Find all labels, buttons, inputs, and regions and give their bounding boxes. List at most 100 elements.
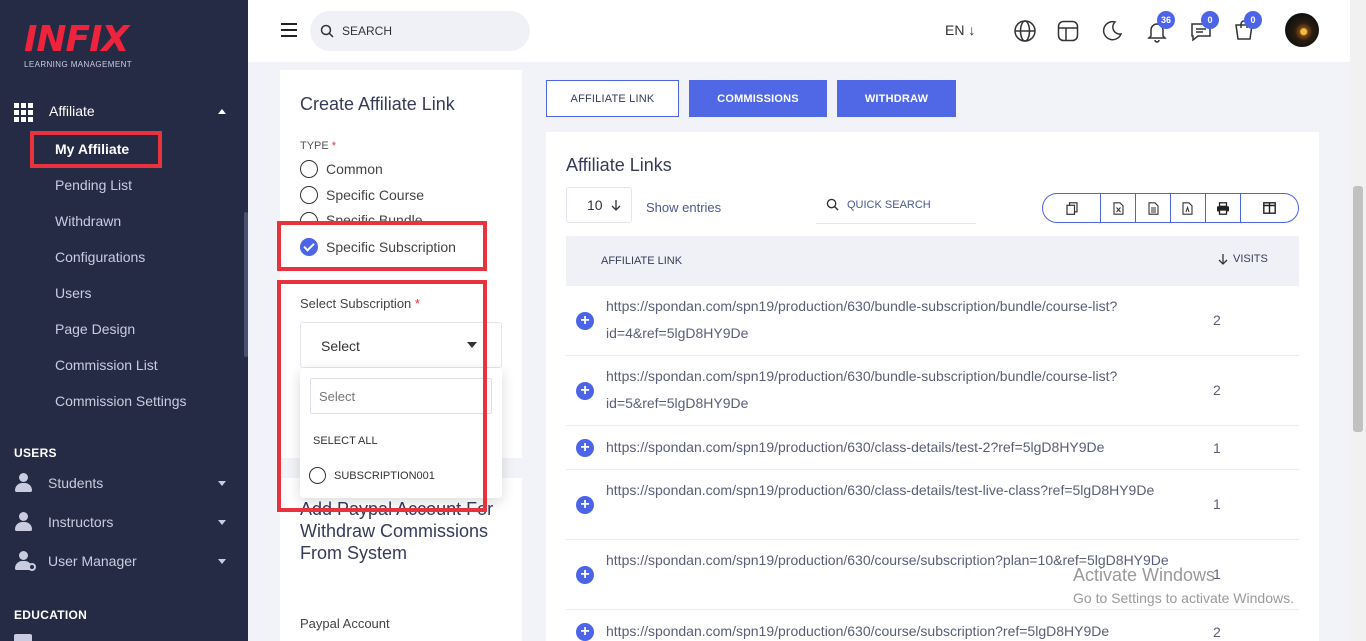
entries-value: 10 <box>587 197 603 213</box>
copy-icon <box>1066 201 1078 215</box>
logo[interactable]: INFIX LEARNING MANAGEMENT <box>24 22 133 70</box>
dark-mode-moon-icon[interactable] <box>1100 19 1124 43</box>
expand-row-plus-icon[interactable]: + <box>576 382 594 400</box>
sidebar-item-students[interactable]: Students <box>14 472 234 494</box>
sidebar-scrollbar[interactable] <box>244 212 248 357</box>
entries-select[interactable]: 10 <box>566 187 632 223</box>
sidebar-item-affiliate[interactable]: Affiliate <box>14 100 234 122</box>
expand-row-plus-icon[interactable]: + <box>576 439 594 457</box>
highlight-select-subscription <box>277 280 487 512</box>
sidebar-item-label: Instructors <box>48 514 114 530</box>
sidebar-item-users[interactable]: Users <box>55 285 92 301</box>
person-icon <box>14 512 34 532</box>
windows-activation-watermark: Activate Windows Go to Settings to activ… <box>1073 565 1294 606</box>
radio-unchecked-icon[interactable] <box>300 186 318 204</box>
language-selector[interactable]: EN ↓ <box>945 22 975 38</box>
search-bar <box>310 11 530 51</box>
table-header: AFFILIATE LINK VISITS <box>566 236 1299 286</box>
expand-row-plus-icon[interactable]: + <box>576 312 594 330</box>
search-input[interactable] <box>342 24 512 38</box>
pdf-file-icon <box>1182 201 1193 215</box>
type-option-specific-course[interactable]: Specific Course <box>300 186 424 204</box>
caret-up-icon <box>218 109 226 114</box>
expand-row-plus-icon[interactable]: + <box>576 566 594 584</box>
table-row: + https://spondan.com/spn19/production/6… <box>566 610 1299 641</box>
topbar: EN ↓ 36 0 0 <box>248 0 1350 62</box>
education-icon <box>14 634 32 641</box>
expand-row-plus-icon[interactable]: + <box>576 496 594 514</box>
tab-withdraw[interactable]: WITHDRAW <box>837 80 956 117</box>
paypal-account-label: Paypal Account <box>300 616 390 631</box>
table-row: + https://spondan.com/spn19/production/6… <box>566 470 1299 540</box>
notification-bell-icon[interactable]: 36 <box>1145 11 1175 43</box>
sidebar-section-education: EDUCATION <box>14 608 88 622</box>
visits-cell: 2 <box>1213 382 1221 398</box>
sidebar-item-label: Affiliate <box>49 103 95 119</box>
chevron-down-icon <box>218 520 226 525</box>
csv-export-button[interactable] <box>1136 194 1171 222</box>
excel-export-button[interactable] <box>1101 194 1137 222</box>
globe-icon[interactable] <box>1013 19 1037 43</box>
sidebar-item-page-design[interactable]: Page Design <box>55 321 135 337</box>
page-scrollbar-thumb[interactable] <box>1353 186 1363 432</box>
sidebar-item-commission-list[interactable]: Commission List <box>55 357 158 373</box>
printer-icon <box>1216 201 1229 215</box>
sidebar-item-pending-list[interactable]: Pending List <box>55 177 132 193</box>
page-scrollbar[interactable] <box>1350 0 1366 641</box>
tab-commissions[interactable]: COMMISSIONS <box>689 80 827 117</box>
affiliate-link-cell: https://spondan.com/spn19/production/630… <box>606 439 1105 455</box>
arrow-down-icon <box>611 200 621 211</box>
hamburger-menu-icon[interactable] <box>281 23 297 37</box>
type-option-common[interactable]: Common <box>300 160 383 178</box>
chevron-down-icon <box>218 559 226 564</box>
type-option-label: Common <box>326 161 383 177</box>
search-icon <box>320 24 334 38</box>
watermark-subtitle: Go to Settings to activate Windows. <box>1073 590 1294 606</box>
column-header-visits-label: VISITS <box>1233 253 1268 265</box>
sidebar-item-instructors[interactable]: Instructors <box>14 511 234 533</box>
excel-file-icon <box>1113 201 1124 215</box>
person-icon <box>14 473 34 493</box>
table-row: + https://spondan.com/spn19/production/6… <box>566 286 1299 356</box>
visits-cell: 2 <box>1213 312 1221 328</box>
visits-cell: 2 <box>1213 624 1221 640</box>
cart-icon[interactable]: 0 <box>1232 11 1262 43</box>
print-button[interactable] <box>1206 194 1241 222</box>
message-badge: 0 <box>1201 11 1219 29</box>
sidebar-item-commission-settings[interactable]: Commission Settings <box>55 393 187 409</box>
sidebar-item-user-manager[interactable]: User Manager <box>14 550 234 572</box>
notification-badge: 36 <box>1157 11 1175 29</box>
export-button-group <box>1042 193 1299 223</box>
sidebar: INFIX LEARNING MANAGEMENT Affiliate My A… <box>0 0 248 641</box>
layout-icon[interactable] <box>1056 19 1080 43</box>
tab-affiliate-link[interactable]: AFFILIATE LINK <box>546 80 679 117</box>
visits-cell: 1 <box>1213 440 1221 456</box>
sidebar-item-configurations[interactable]: Configurations <box>55 249 145 265</box>
chevron-down-icon <box>218 481 226 486</box>
pdf-export-button[interactable] <box>1171 194 1206 222</box>
quick-search <box>816 186 976 224</box>
table-row: + https://spondan.com/spn19/production/6… <box>566 356 1299 426</box>
required-mark: * <box>331 140 337 152</box>
column-header-visits[interactable]: VISITS <box>1218 253 1268 265</box>
csv-file-icon <box>1148 201 1159 215</box>
sidebar-item-withdrawn[interactable]: Withdrawn <box>55 213 121 229</box>
logo-subtitle: LEARNING MANAGEMENT <box>24 60 133 69</box>
search-icon <box>826 198 839 211</box>
avatar[interactable] <box>1285 13 1319 47</box>
affiliate-link-cell: https://spondan.com/spn19/production/630… <box>606 368 1118 411</box>
sidebar-section-users: USERS <box>14 446 57 460</box>
column-visibility-button[interactable] <box>1241 194 1298 222</box>
expand-row-plus-icon[interactable]: + <box>576 623 594 641</box>
radio-unchecked-icon[interactable] <box>300 160 318 178</box>
show-entries-label: Show entries <box>646 200 722 215</box>
column-header-affiliate-link[interactable]: AFFILIATE LINK <box>601 255 682 267</box>
message-icon[interactable]: 0 <box>1189 11 1219 43</box>
type-label: TYPE * <box>300 140 336 152</box>
sort-arrow-down-icon <box>1218 254 1228 265</box>
quick-search-input[interactable] <box>847 198 967 211</box>
type-option-label: Specific Course <box>326 187 425 203</box>
affiliate-link-cell: https://spondan.com/spn19/production/630… <box>606 298 1118 341</box>
copy-button[interactable] <box>1043 194 1102 222</box>
affiliate-link-cell: https://spondan.com/spn19/production/630… <box>606 623 1110 639</box>
